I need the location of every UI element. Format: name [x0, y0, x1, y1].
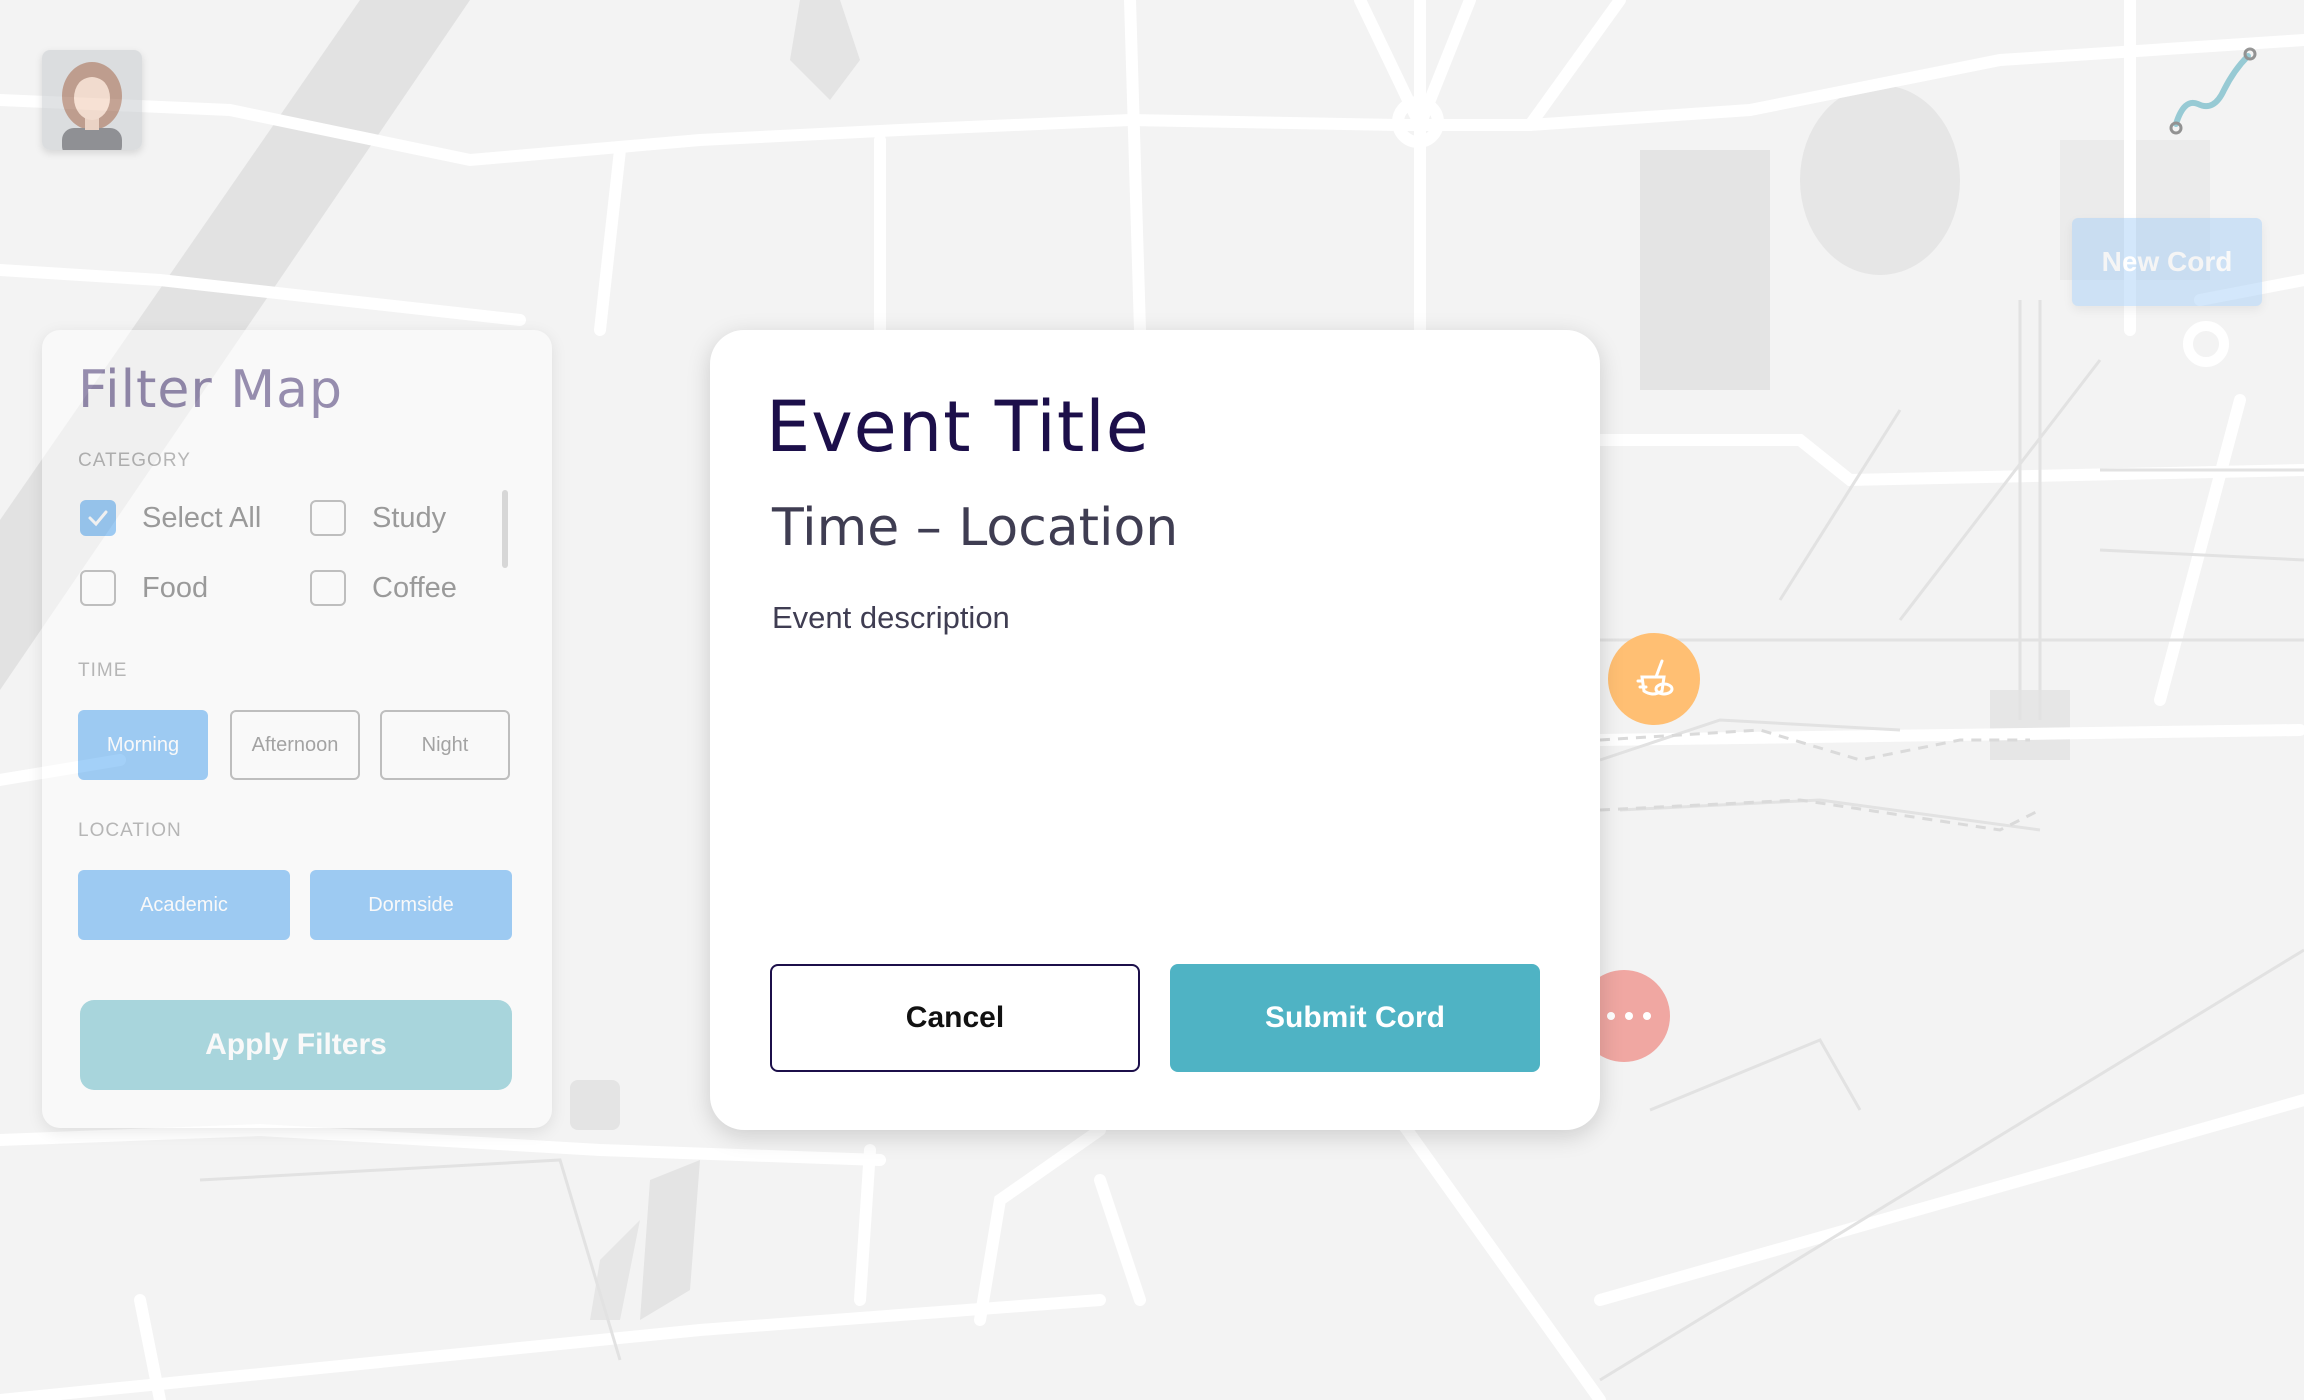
time-night-chip[interactable]: Night — [380, 710, 510, 780]
checkbox-select-all[interactable] — [80, 500, 116, 536]
location-dormside-chip[interactable]: Dormside — [310, 870, 512, 940]
category-label-food: Food — [142, 571, 209, 604]
event-time-location: Time – Location — [772, 498, 1179, 558]
cord-logo-icon[interactable] — [2168, 46, 2258, 136]
category-label-study: Study — [372, 501, 447, 534]
event-title: Event Title — [766, 386, 1150, 468]
category-coffee[interactable]: Coffee — [310, 570, 457, 606]
checkbox-food[interactable] — [80, 570, 116, 606]
event-modal: Event Title Time – Location Event descri… — [710, 330, 1600, 1130]
food-marker-icon — [1636, 659, 1674, 696]
category-scrollbar[interactable] — [502, 490, 508, 568]
checkbox-study[interactable] — [310, 500, 346, 536]
cancel-button[interactable]: Cancel — [770, 964, 1140, 1072]
location-label: LOCATION — [78, 820, 182, 841]
category-label-coffee: Coffee — [372, 571, 457, 604]
event-description: Event description — [772, 600, 1010, 635]
filter-panel: Filter Map CATEGORY Select All Study Foo… — [42, 330, 552, 1128]
new-cord-button[interactable]: New Cord — [2072, 218, 2262, 306]
more-dots-icon — [1607, 1012, 1651, 1020]
category-label-select-all: Select All — [142, 501, 262, 534]
category-select-all[interactable]: Select All — [80, 500, 261, 536]
filter-title: Filter Map — [78, 360, 344, 420]
category-label: CATEGORY — [78, 450, 191, 471]
checkmark-icon — [88, 510, 108, 527]
time-afternoon-chip[interactable]: Afternoon — [230, 710, 360, 780]
submit-cord-button[interactable]: Submit Cord — [1170, 964, 1540, 1072]
time-label: TIME — [78, 660, 128, 681]
apply-filters-button[interactable]: Apply Filters — [80, 1000, 512, 1090]
time-morning-chip[interactable]: Morning — [78, 710, 208, 780]
category-study[interactable]: Study — [310, 500, 446, 536]
food-marker[interactable] — [1608, 633, 1700, 725]
checkbox-coffee[interactable] — [310, 570, 346, 606]
user-avatar[interactable] — [42, 50, 142, 150]
location-academic-chip[interactable]: Academic — [78, 870, 290, 940]
category-food[interactable]: Food — [80, 570, 208, 606]
